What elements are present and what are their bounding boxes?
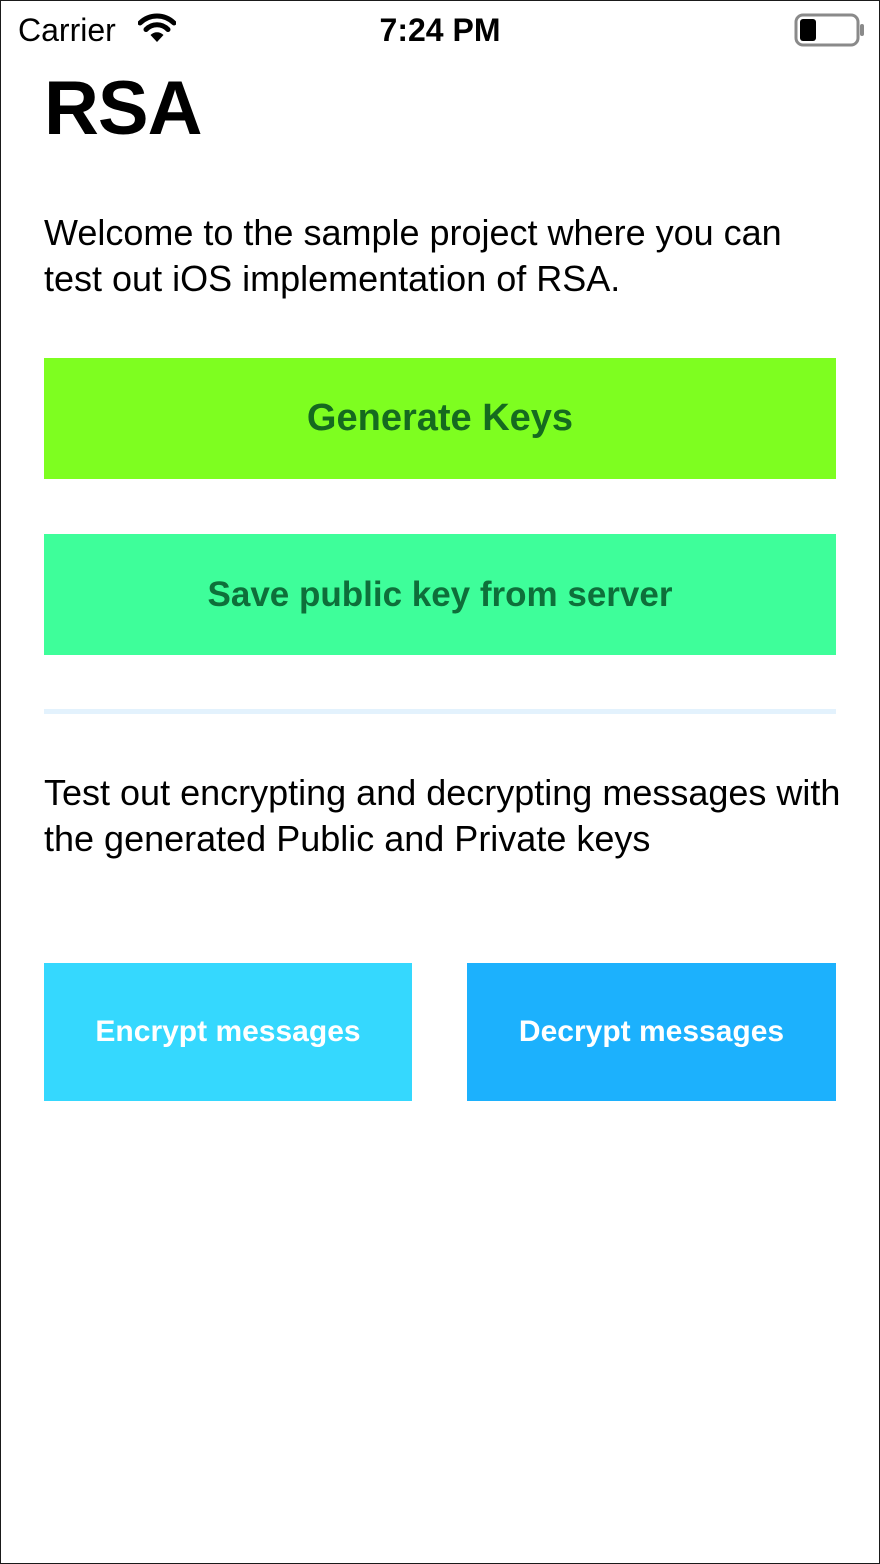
battery-level-fill: [800, 19, 816, 41]
intro-text: Welcome to the sample project where you …: [44, 212, 782, 299]
generate-keys-button[interactable]: Generate Keys: [44, 358, 836, 479]
battery-icon: [794, 13, 866, 47]
decrypt-messages-button[interactable]: Decrypt messages: [467, 963, 836, 1101]
save-public-key-button[interactable]: Save public key from server: [44, 534, 836, 655]
status-bar: Carrier 7:24 PM: [0, 0, 880, 60]
encrypt-messages-button[interactable]: Encrypt messages: [44, 963, 412, 1101]
divider: [44, 709, 836, 714]
section-description: Test out encrypting and decrypting messa…: [44, 772, 841, 859]
page-title: RSA: [44, 66, 202, 151]
clock: 7:24 PM: [379, 12, 501, 48]
